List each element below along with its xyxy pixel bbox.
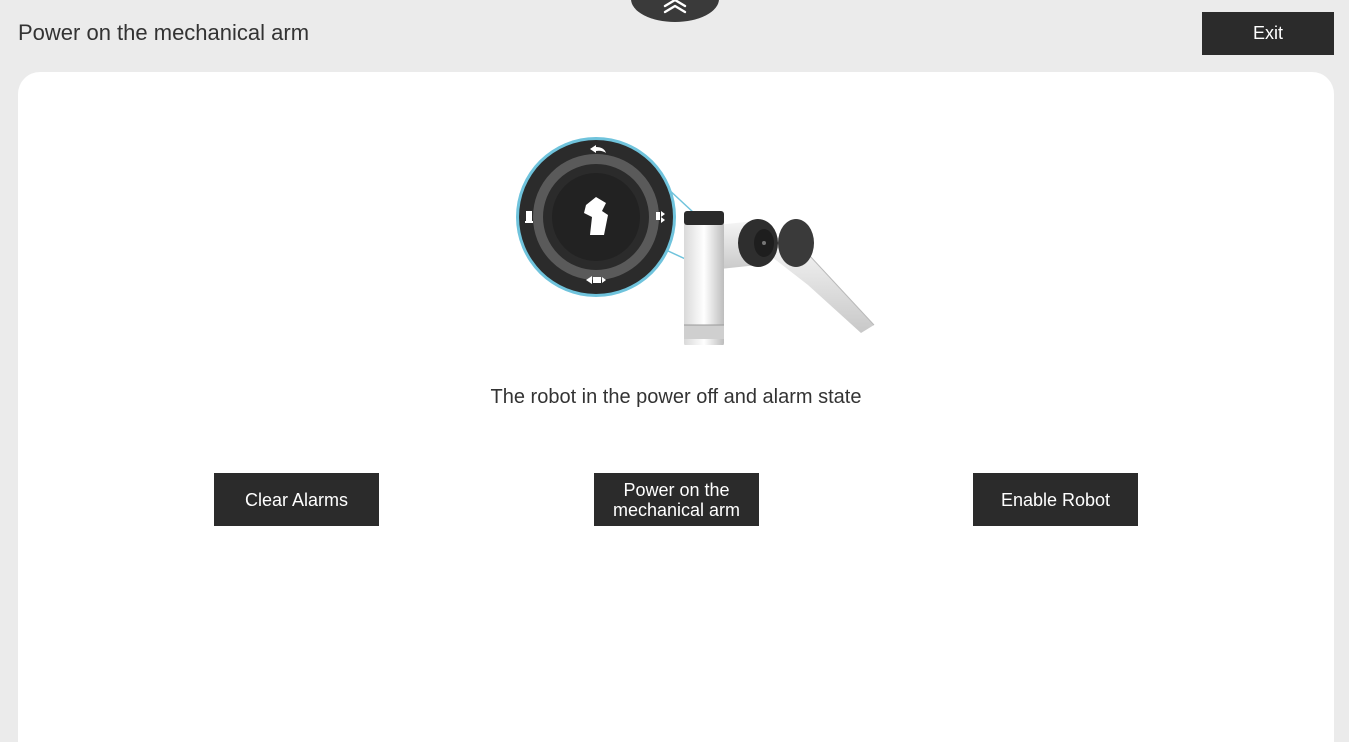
power-on-label-line1: Power on the <box>623 479 730 500</box>
exit-button[interactable]: Exit <box>1202 12 1334 55</box>
robot-status-text: The robot in the power off and alarm sta… <box>490 386 862 408</box>
main-card: The robot in the power off and alarm sta… <box>18 72 1334 742</box>
power-on-screen: Power on the mechanical arm Exit The rob… <box>0 0 1349 742</box>
double-chevron-up-icon <box>663 0 687 14</box>
page-title: Power on the mechanical arm <box>18 20 310 45</box>
enable-robot-button[interactable]: Enable Robot <box>973 473 1138 526</box>
power-on-label-line2: mechanical arm <box>612 499 741 520</box>
clear-alarms-button[interactable]: Clear Alarms <box>214 473 379 526</box>
power-on-arm-button[interactable]: Power on the mechanical arm <box>594 473 759 526</box>
pull-down-tab[interactable] <box>631 0 719 22</box>
robot-arm-control-panel-illustration <box>516 137 875 345</box>
